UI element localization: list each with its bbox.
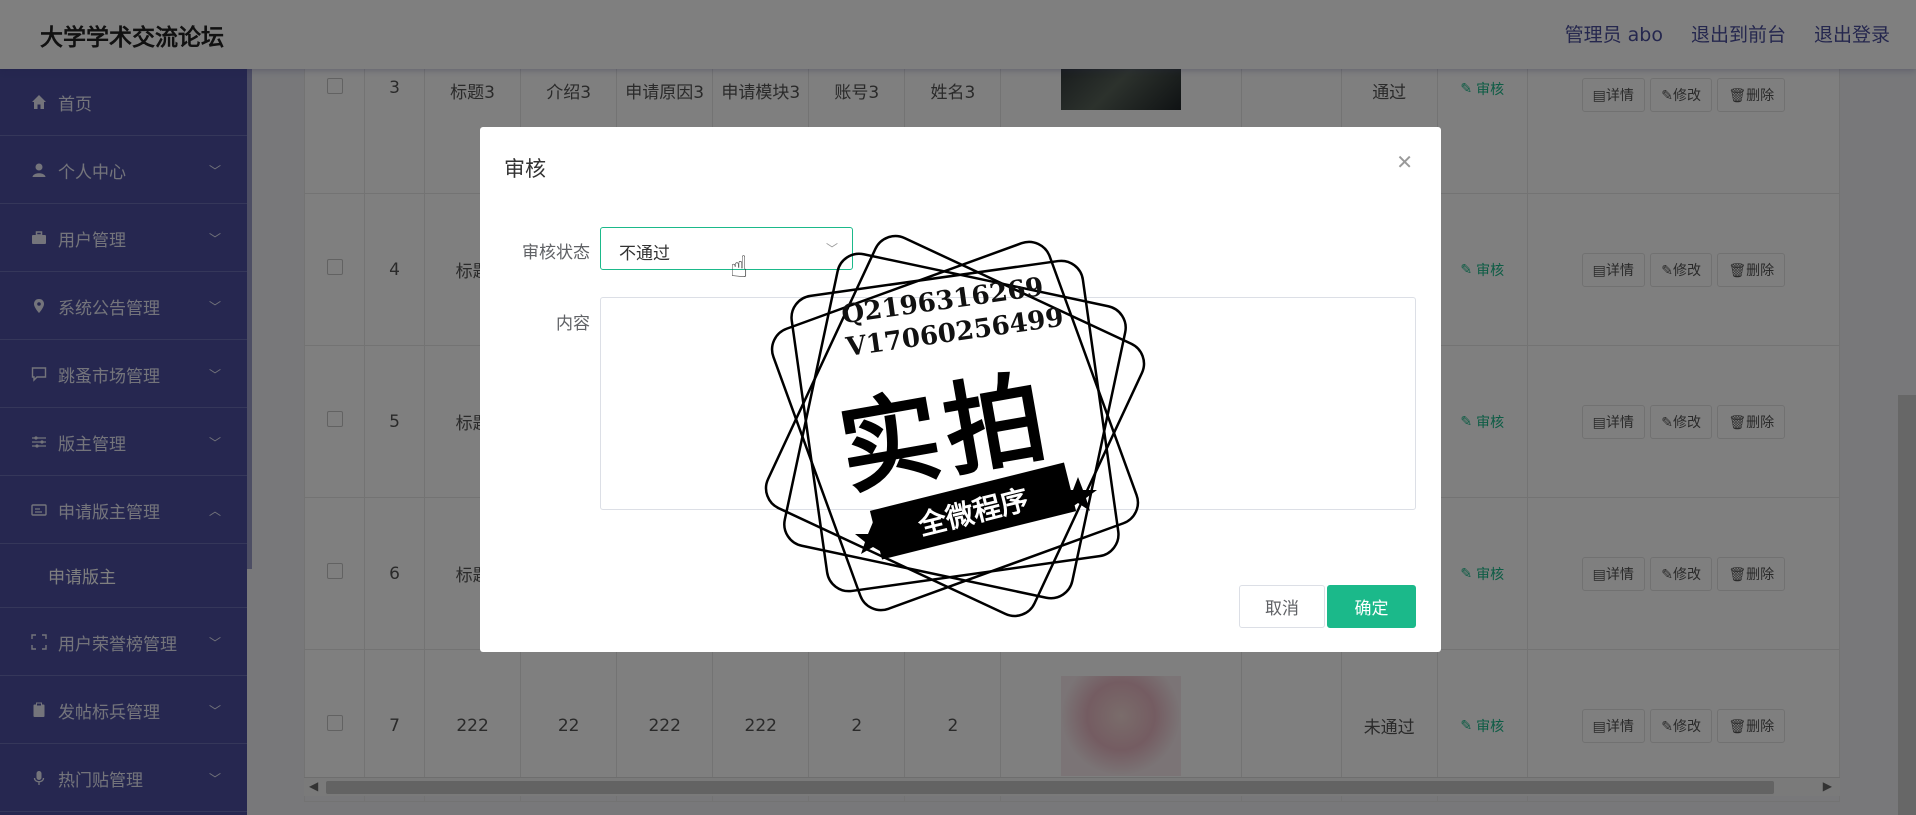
close-icon[interactable]: ✕: [1396, 150, 1413, 174]
cancel-button[interactable]: 取消: [1239, 585, 1325, 628]
confirm-button[interactable]: 确定: [1327, 585, 1416, 628]
content-label: 内容: [556, 314, 590, 334]
review-status-value: 不通过: [619, 244, 670, 264]
hand-cursor-icon: ☝: [730, 250, 749, 285]
review-status-label: 审核状态: [522, 243, 590, 263]
watermark-stamp: Q2196316269 V17060256499 实拍 全微程序: [763, 232, 1147, 620]
dialog-title: 审核: [504, 157, 546, 181]
